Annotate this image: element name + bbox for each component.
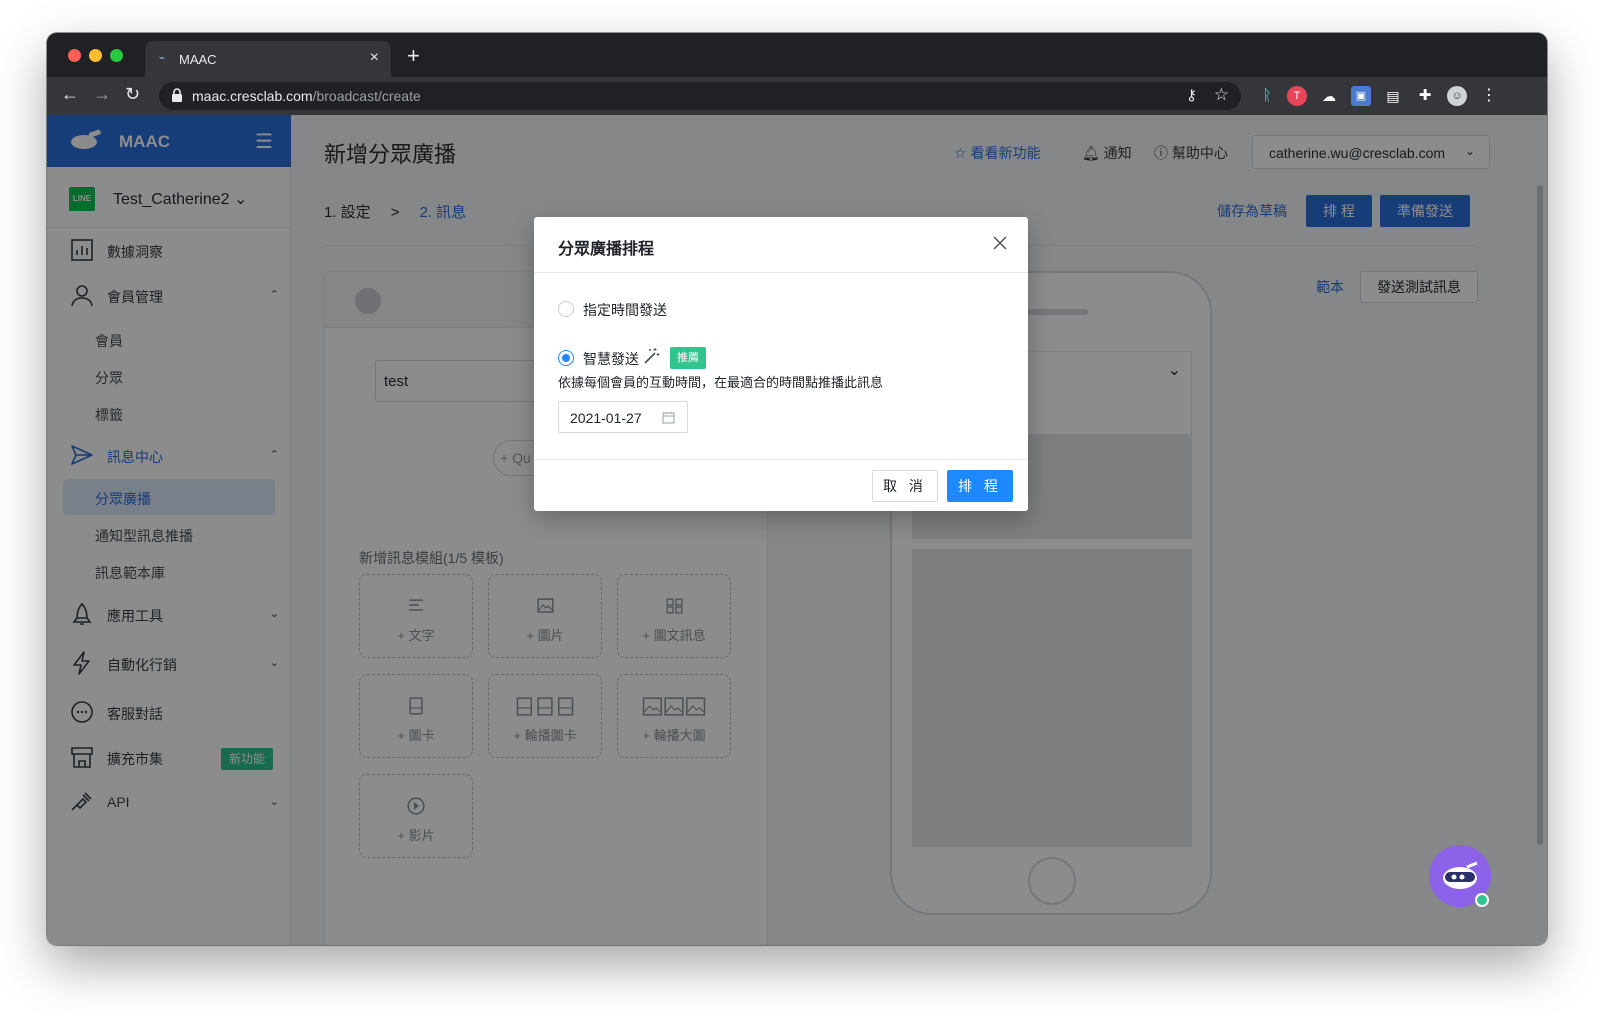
close-window-button[interactable] [68,49,81,62]
confirm-schedule-button[interactable]: 排 程 [947,470,1013,502]
browser-tab-bar: ⌁ MAAC × + [47,33,1547,77]
close-icon[interactable] [992,235,1008,251]
browser-menu-icon[interactable]: ⋮ [1479,86,1499,106]
schedule-modal: 分眾廣播排程 指定時間發送 智慧發送 推薦 依據每個會員的互動時間，在最適合的時… [534,217,1028,511]
cancel-button[interactable]: 取 消 [872,470,938,502]
magic-wand-icon [644,348,660,364]
address-bar[interactable]: maac.cresclab.com/broadcast/create ⚷ ☆ [159,82,1241,110]
maac-favicon-icon: ⌁ [159,53,166,64]
maximize-window-button[interactable] [110,49,123,62]
forward-arrow-icon[interactable]: → [93,84,111,105]
back-arrow-icon[interactable]: ← [61,84,79,105]
smart-send-description: 依據每個會員的互動時間，在最適合的時間點推播此訊息 [558,375,884,390]
lock-icon [172,88,182,102]
modal-footer-divider [534,459,1028,460]
tab-close-icon[interactable]: × [370,49,379,67]
reload-icon[interactable]: ↻ [125,84,140,105]
date-value: 2021-01-27 [570,410,642,426]
new-tab-button[interactable]: + [407,43,420,69]
tab-title: MAAC [179,52,217,67]
extensions-puzzle-icon[interactable]: ✚ [1415,86,1435,106]
extension-cloud-icon[interactable]: ☁ [1319,86,1339,106]
app-viewport: MAAC ☰ LINE Test_Catherine2 ⌄ 數據洞察 會員管理 … [47,115,1547,945]
modal-title: 分眾廣播排程 [558,241,655,258]
date-picker[interactable]: 2021-01-27 [558,401,688,433]
browser-window: ⌁ MAAC × + ← → ↻ maac.cresclab.com/broad… [47,33,1547,945]
extension-r-icon[interactable]: ᚱ [1257,86,1277,106]
recommended-badge: 推薦 [670,347,706,369]
option-smart-send[interactable]: 智慧發送 推薦 [558,347,758,369]
profile-avatar[interactable]: ☺ [1447,86,1467,106]
extension-window-icon[interactable]: ▣ [1351,86,1371,106]
bookmark-star-icon[interactable]: ☆ [1214,85,1229,105]
modal-header: 分眾廣播排程 [534,217,1028,273]
url-host: maac.cresclab.com [192,88,313,104]
ninja-bot-icon [1443,861,1478,889]
option-smart-label: 智慧發送 [583,351,639,367]
browser-toolbar: ← → ↻ maac.cresclab.com/broadcast/create… [47,77,1547,115]
radio-scheduled[interactable] [558,301,574,317]
url-text: maac.cresclab.com/broadcast/create [192,88,421,104]
minimize-window-button[interactable] [89,49,102,62]
radio-smart[interactable] [558,350,574,366]
url-path: /broadcast/create [312,88,421,104]
online-status-dot [1475,893,1489,907]
extension-t-icon[interactable]: T [1287,86,1307,106]
chat-widget-button[interactable] [1429,845,1491,907]
extension-briefcase-icon[interactable]: ▤ [1383,86,1403,106]
calendar-icon [662,412,675,424]
browser-tab[interactable]: ⌁ MAAC × [145,41,391,77]
option-scheduled-label: 指定時間發送 [583,302,667,318]
password-key-icon[interactable]: ⚷ [1186,86,1197,104]
